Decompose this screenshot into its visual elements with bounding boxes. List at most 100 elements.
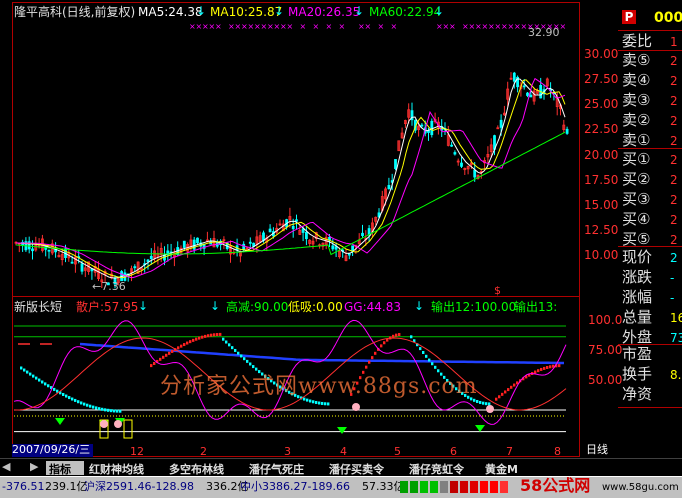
candle-body (133, 266, 137, 269)
top-signal-mark: × (313, 22, 320, 31)
x-axis-tick: 4 (340, 445, 347, 458)
sell-level-label: 卖⑤ (622, 51, 651, 69)
red-osc-dot (549, 365, 552, 369)
red-osc-dot (392, 334, 395, 338)
cyan-osc-dot (249, 362, 252, 366)
cyan-osc-dot (309, 399, 312, 403)
sell-level-label: 卖② (622, 111, 651, 129)
red-osc-dot (504, 390, 507, 394)
cyan-osc-dot (62, 392, 65, 396)
red-osc-dot (213, 333, 216, 337)
red-osc-dot (219, 332, 222, 336)
candle-body (499, 119, 503, 128)
cyan-osc-dot (113, 409, 116, 413)
ma10-label: MA10:25.87 (210, 5, 283, 19)
main-y-tick: 30.00 (584, 47, 619, 61)
main-y-tick: 10.00 (584, 248, 619, 262)
breadth-segment (410, 481, 418, 493)
watermark: 分析家公式网www.88gs.com (160, 374, 478, 399)
main-chart-svg[interactable]: × × × × × × × × × × × × × × × × × × × × × × × × × × × × × × × × × × × × × × × ×… (0, 0, 682, 497)
red-osc-dot (383, 341, 386, 345)
badge-p[interactable]: P (622, 10, 636, 24)
cyan-osc-dot (53, 387, 56, 391)
candle-body (80, 263, 84, 272)
x-axis-tick: 8 (554, 445, 561, 458)
orderbook-separator (618, 30, 682, 31)
sell-level-value: 2 (670, 134, 678, 148)
cyan-osc-dot (44, 382, 47, 386)
cyan-osc-dot (240, 354, 243, 358)
sell-mark-icon (100, 420, 108, 428)
cyan-osc-dot (222, 337, 225, 341)
red-osc-dot (192, 338, 195, 342)
candle-body (529, 94, 533, 98)
cyan-osc-dot (35, 376, 38, 380)
low-price-marker: ←7.36 (92, 280, 126, 293)
gg-label: GG:44.83 (344, 300, 401, 314)
red-osc-dot (210, 333, 213, 337)
cyan-osc-dot (237, 351, 240, 355)
tab-item[interactable]: 潘仔竞虹令 (406, 461, 482, 476)
sell-level-value: 2 (670, 94, 678, 108)
index-volume-1: 239.1亿 (45, 480, 88, 493)
tab-scroll-right-icon[interactable]: ▶ (30, 461, 38, 472)
red-osc-dot (510, 385, 513, 389)
candle-body (522, 85, 526, 88)
red-osc-dot (165, 353, 168, 357)
cyan-osc-dot (255, 367, 258, 371)
quote-stat-label: 涨幅 (622, 288, 653, 306)
cyan-osc-dot (485, 402, 488, 406)
cyan-osc-dot (431, 362, 434, 366)
top-signal-mark: × (215, 22, 222, 31)
red-osc-dot (558, 364, 561, 368)
arrow-down-icon: ↓ (274, 4, 285, 18)
cyan-osc-dot (68, 396, 71, 400)
breadth-segment (470, 481, 478, 493)
cyan-osc-dot (321, 401, 324, 405)
blue-trend-line (79, 342, 564, 365)
cyan-osc-dot (104, 408, 107, 412)
tab-scroll-left-icon[interactable]: ◀ (2, 461, 10, 472)
candle-body (70, 261, 74, 264)
arrow-down-icon: ↓ (414, 299, 425, 313)
buy-level-label: 买① (622, 150, 651, 168)
buy-level-value: 2 (670, 153, 678, 167)
quote-stat-label: 外盘 (622, 328, 653, 346)
out1-label: 输出12:100.00 (431, 300, 517, 314)
red-osc-dot (537, 369, 540, 373)
tab-item[interactable]: 潘仔买卖令 (326, 461, 406, 476)
cyan-osc-dot (422, 350, 425, 354)
x-axis-tick: 2 (200, 445, 207, 458)
red-osc-dot (204, 334, 207, 338)
weibi-label: 委比 (622, 32, 653, 50)
cyan-osc-dot (110, 409, 113, 413)
candle-body (526, 92, 529, 96)
tab-item[interactable]: 黄金M (482, 461, 522, 476)
sell-level-label: 卖③ (622, 91, 651, 109)
index-zhongxiao: 中小3386.27-189.66 (240, 480, 350, 493)
orderbook-separator (618, 407, 682, 408)
red-osc-dot (534, 370, 537, 374)
index-hushen: 沪深2591.46-128.98 (84, 480, 194, 493)
date-label: 2007/09/26/三 (12, 444, 93, 457)
tab-item[interactable]: 指标 (46, 461, 84, 476)
cyan-osc-dot (234, 348, 237, 352)
sell-level-label: 卖④ (622, 71, 651, 89)
candle-body (47, 249, 51, 252)
stock-code: 0009 (654, 10, 682, 26)
ma20-line (16, 77, 566, 279)
candle-body (394, 159, 397, 169)
main-y-tick: 12.50 (584, 223, 619, 237)
tab-item[interactable]: 潘仔气死庄 (246, 461, 326, 476)
buy-arrow-icon (475, 425, 485, 432)
tab-item[interactable]: 红财神均线 (86, 461, 166, 476)
candle-body (268, 228, 272, 233)
sanhu-label: 散户:57.95 (76, 300, 139, 314)
period-label[interactable]: 日线 (580, 444, 618, 457)
red-osc-dot (546, 366, 549, 370)
cyan-osc-dot (243, 357, 246, 361)
candle-body (31, 248, 34, 252)
red-osc-dot (186, 341, 189, 345)
tab-item[interactable]: 多空布林线 (166, 461, 246, 476)
candle-body (146, 259, 150, 262)
